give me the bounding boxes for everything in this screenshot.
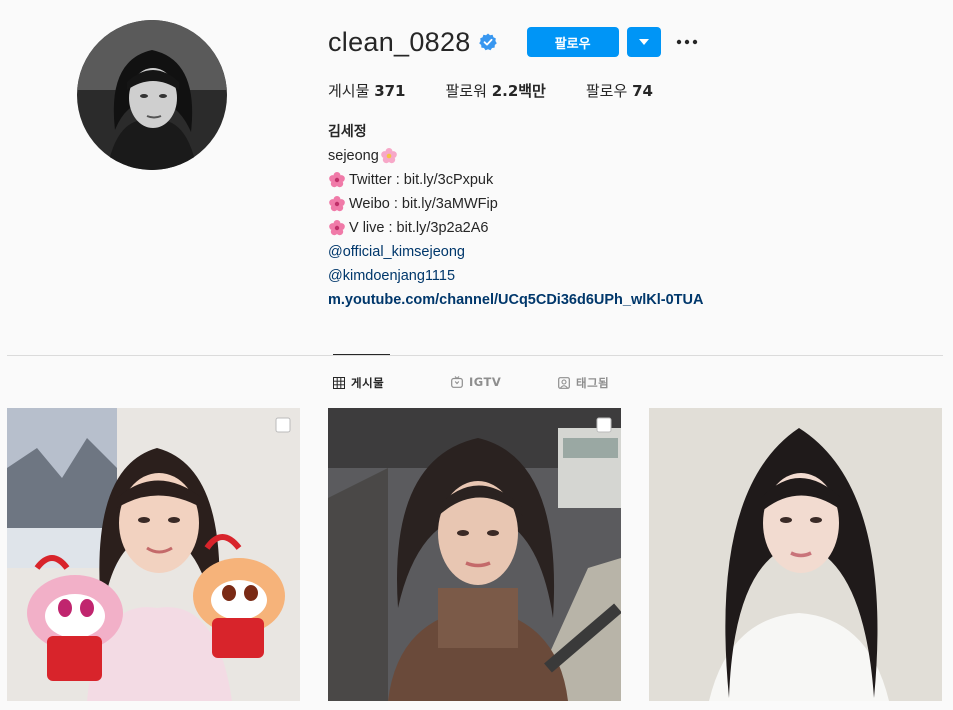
profile-bio: 김세정 sejeong Twitter : bit.ly/3cPxpuk Wei…: [328, 120, 703, 312]
tagged-icon: [558, 377, 570, 389]
profile-avatar[interactable]: [77, 20, 227, 170]
post-photo: [7, 408, 300, 701]
avatar-photo: [77, 20, 227, 170]
tab-igtv-label: IGTV: [469, 375, 502, 389]
post-photo: [328, 408, 621, 701]
post-thumbnail[interactable]: [649, 408, 942, 701]
profile-tabs: 게시물 IGTV 태그됨: [0, 375, 953, 391]
active-tab-indicator: [333, 354, 390, 355]
suggestions-dropdown-button[interactable]: [626, 27, 661, 57]
grid-icon: [333, 377, 345, 389]
followers-value: 2.2백만: [491, 82, 546, 100]
posts-label: 게시물: [328, 82, 370, 100]
ellipsis-icon: [676, 39, 697, 45]
cherry-blossom-icon: [329, 220, 345, 236]
follow-button[interactable]: 팔로우: [526, 27, 619, 57]
profile-header: clean_0828 팔로우: [328, 24, 699, 60]
cherry-blossom-icon: [329, 172, 345, 188]
bio-twitter: Twitter : bit.ly/3cPxpuk: [349, 172, 494, 188]
mention-kimdoenjang[interactable]: @kimdoenjang1115: [328, 264, 703, 288]
following-count[interactable]: 팔로우 74: [586, 80, 653, 101]
post-thumbnail[interactable]: [328, 408, 621, 701]
post-photo: [649, 408, 942, 701]
bio-text: sejeong: [328, 148, 379, 164]
profile-stats: 게시물 371 팔로워 2.2백만 팔로우 74: [328, 80, 693, 101]
tabs-divider: [7, 355, 943, 356]
blossom-icon: [380, 148, 397, 164]
tab-posts-label: 게시물: [351, 376, 385, 390]
verified-badge-icon: [478, 33, 497, 51]
mention-official[interactable]: @official_kimsejeong: [328, 240, 703, 264]
more-options-button[interactable]: [675, 30, 699, 54]
followers-label: 팔로워: [445, 82, 487, 100]
multi-post-icon: [596, 417, 612, 433]
post-thumbnail[interactable]: [7, 408, 300, 701]
bio-line: sejeong: [328, 144, 703, 168]
caret-down-icon: [638, 39, 649, 45]
followers-count[interactable]: 팔로워 2.2백만: [446, 80, 546, 101]
igtv-icon: [451, 376, 463, 388]
bio-weibo-line: Weibo : bit.ly/3aMWFip: [328, 192, 703, 216]
full-name: 김세정: [328, 124, 367, 140]
external-link[interactable]: m.youtube.com/channel/UCq5CDi36d6UPh_wlK…: [328, 288, 703, 312]
bio-vlive-line: V live : bit.ly/3p2a2A6: [328, 216, 703, 240]
username: clean_0828: [328, 26, 471, 57]
following-label: 팔로우: [585, 82, 628, 100]
bio-weibo: Weibo : bit.ly/3aMWFip: [349, 196, 498, 212]
tab-tagged-label: 태그됨: [576, 376, 610, 390]
posts-count: 게시물 371: [328, 80, 406, 101]
cherry-blossom-icon: [329, 196, 345, 212]
tab-igtv[interactable]: IGTV: [451, 375, 501, 389]
bio-twitter-line: Twitter : bit.ly/3cPxpuk: [328, 168, 703, 192]
tab-tagged[interactable]: 태그됨: [558, 375, 609, 391]
posts-grid: [7, 408, 942, 701]
bio-vlive: V live : bit.ly/3p2a2A6: [349, 220, 489, 236]
following-value: 74: [632, 82, 653, 100]
tab-posts[interactable]: 게시물: [333, 375, 384, 391]
multi-post-icon: [275, 417, 291, 433]
posts-value: 371: [374, 82, 406, 100]
